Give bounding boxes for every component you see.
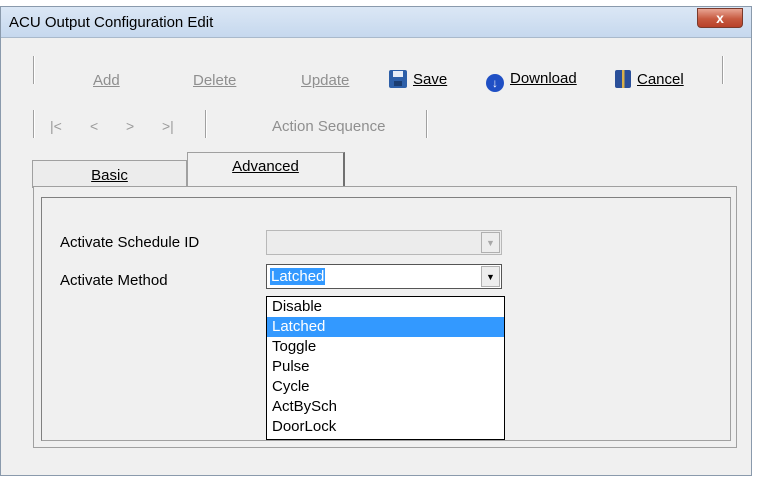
activate-method-label: Activate Method — [60, 272, 168, 289]
next-record-button[interactable]: > — [126, 118, 134, 134]
chevron-down-icon[interactable]: ▼ — [481, 266, 500, 287]
toolbar-separator — [205, 110, 207, 138]
delete-button-label: Delete — [193, 72, 237, 89]
title-bar: ACU Output Configuration Edit x — [1, 7, 751, 38]
dropdown-option-cycle[interactable]: Cycle — [267, 377, 504, 397]
tab-basic-label: Basic — [91, 167, 128, 184]
previous-record-button[interactable]: < — [90, 118, 98, 134]
activate-method-value: Latched — [270, 268, 326, 285]
activate-schedule-label: Activate Schedule ID — [60, 234, 200, 251]
dropdown-option-pulse[interactable]: Pulse — [267, 357, 504, 377]
tab-advanced-label: Advanced — [232, 158, 299, 175]
dropdown-option-disable[interactable]: Disable — [267, 297, 504, 317]
tab-basic[interactable]: Basic — [32, 160, 187, 188]
dropdown-option-actbysch[interactable]: ActBySch — [267, 397, 504, 417]
delete-button[interactable]: Delete — [193, 72, 236, 89]
close-button[interactable]: x — [697, 8, 743, 28]
chevron-down-icon[interactable]: ▼ — [481, 232, 500, 253]
download-button[interactable]: ↓ Download — [486, 70, 577, 92]
update-button-label: Update — [301, 72, 350, 89]
update-button[interactable]: Update — [301, 72, 349, 89]
dropdown-option-toggle[interactable]: Toggle — [267, 337, 504, 357]
dropdown-option-latched[interactable]: Latched — [267, 317, 504, 337]
activate-method-dropdown: Disable Latched Toggle Pulse Cycle ActBy… — [266, 296, 505, 440]
toolbar-separator — [33, 56, 35, 84]
save-icon — [389, 70, 407, 88]
tab-advanced[interactable]: Advanced — [187, 152, 345, 188]
save-button-label: Save — [413, 71, 448, 88]
add-button[interactable]: Add — [93, 72, 120, 89]
activate-method-select[interactable]: Latched ▼ — [266, 264, 502, 289]
cancel-icon — [615, 70, 631, 88]
last-record-button[interactable]: >| — [162, 118, 174, 134]
toolbar-separator — [33, 110, 35, 138]
window-title: ACU Output Configuration Edit — [9, 14, 214, 31]
save-button[interactable]: Save — [389, 70, 447, 88]
first-record-button[interactable]: |< — [50, 118, 62, 134]
download-icon: ↓ — [486, 74, 504, 92]
toolbar-separator — [722, 56, 724, 84]
toolbar-separator — [426, 110, 428, 138]
download-button-label: Download — [510, 70, 577, 87]
action-sequence-button[interactable]: Action Sequence — [272, 118, 385, 135]
dropdown-option-doorlock[interactable]: DoorLock — [267, 417, 504, 437]
add-button-label: Add — [93, 72, 120, 89]
activate-schedule-select[interactable]: ▼ — [266, 230, 502, 255]
cancel-button[interactable]: Cancel — [615, 70, 684, 88]
cancel-button-label: Cancel — [637, 71, 684, 88]
